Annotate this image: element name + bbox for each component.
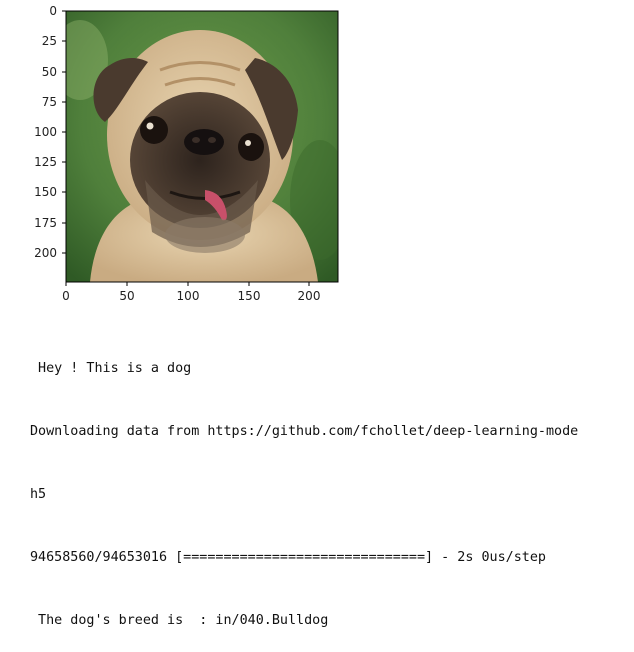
image-plot: 0 25 50 75 100 125 150 175 200 0 50 100 …	[34, 4, 339, 303]
y-axis: 0 25 50 75 100 125 150 175 200	[34, 4, 66, 260]
y-tick-label: 50	[42, 65, 57, 79]
x-tick-label: 100	[177, 289, 200, 303]
y-tick-label: 25	[42, 34, 57, 48]
x-tick-label: 50	[119, 289, 134, 303]
y-tick-label: 125	[34, 155, 57, 169]
y-tick-label: 175	[34, 216, 57, 230]
y-tick-label: 200	[34, 246, 57, 260]
y-tick-label: 100	[34, 125, 57, 139]
output-line-download-url: Downloading data from https://github.com…	[30, 424, 579, 439]
y-tick-label: 0	[49, 4, 57, 18]
x-tick-label: 0	[62, 289, 70, 303]
output-line-greeting: Hey ! This is a dog	[30, 361, 192, 376]
y-tick-label: 150	[34, 185, 57, 199]
pug-photo	[66, 11, 338, 282]
x-tick-label: 150	[238, 289, 261, 303]
output-line-progress: 94658560/94653016 [=====================…	[30, 550, 546, 565]
output-line-download-url-cont: h5	[30, 487, 47, 502]
cell-output: Hey ! This is a dog Downloading data fro…	[30, 316, 634, 652]
x-tick-label: 200	[298, 289, 321, 303]
y-tick-label: 75	[42, 95, 57, 109]
output-line-breed: The dog's breed is : in/040.Bulldog	[30, 613, 329, 628]
x-axis: 0 50 100 150 200	[62, 282, 320, 303]
